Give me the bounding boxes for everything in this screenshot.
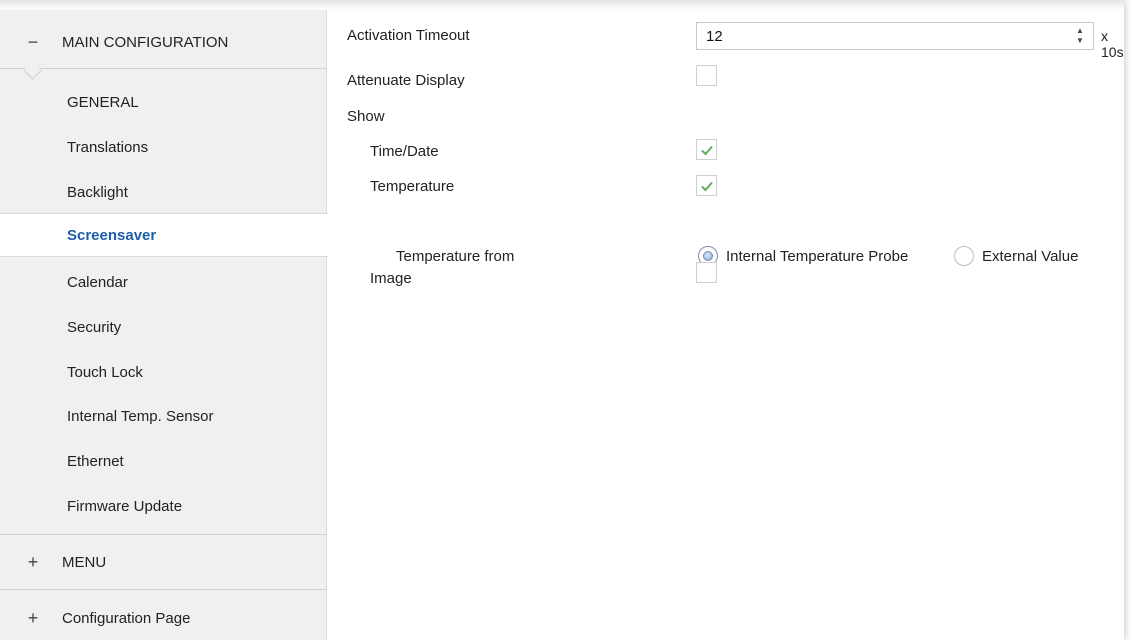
section-title-main-configuration: MAIN CONFIGURATION	[62, 33, 229, 51]
sidebar-item-label: Screensaver	[67, 226, 157, 244]
time-date-checkbox[interactable]	[696, 139, 717, 160]
section-configuration-page[interactable]: + Configuration Page	[0, 596, 327, 640]
spin-up-icon[interactable]: ▲	[1076, 27, 1084, 35]
radio-label-external-value[interactable]: External Value	[982, 248, 1078, 265]
spinner-arrows[interactable]: ▲ ▼	[1075, 27, 1085, 45]
radio-external-value[interactable]	[954, 246, 974, 266]
image-checkbox[interactable]	[696, 262, 717, 283]
sidebar-item-label: Firmware Update	[67, 497, 183, 515]
activation-timeout-value[interactable]: 12	[706, 28, 723, 45]
temperature-from-label: Temperature from	[396, 248, 515, 265]
sidebar-item-touch-lock[interactable]: Touch Lock	[0, 350, 327, 394]
section-menu[interactable]: + MENU	[0, 540, 327, 584]
divider	[0, 589, 327, 590]
collapse-minus-icon[interactable]: −	[22, 33, 44, 51]
sidebar-item-label: Backlight	[67, 183, 128, 201]
sidebar-item-label: Internal Temp. Sensor	[67, 407, 214, 425]
sidebar-item-label: GENERAL	[67, 93, 139, 111]
sidebar-item-ethernet[interactable]: Ethernet	[0, 439, 327, 483]
temperature-label: Temperature	[370, 178, 455, 195]
sidebar-item-label: Calendar	[67, 273, 128, 291]
section-title-menu: MENU	[62, 553, 107, 571]
sidebar-item-internal-temp-sensor[interactable]: Internal Temp. Sensor	[0, 394, 327, 438]
section-title-configuration-page: Configuration Page	[62, 609, 191, 627]
show-group-label: Show	[347, 108, 385, 125]
temperature-checkbox[interactable]	[696, 175, 717, 196]
sidebar-item-label: Translations	[67, 138, 149, 156]
expand-plus-icon[interactable]: +	[22, 609, 44, 627]
expand-plus-icon[interactable]: +	[22, 553, 44, 571]
app-window: − MAIN CONFIGURATION GENERAL Translation…	[0, 0, 1124, 640]
image-label: Image	[370, 270, 412, 287]
radio-label-internal-temperature-probe[interactable]: Internal Temperature Probe	[726, 248, 908, 265]
sidebar-item-security[interactable]: Security	[0, 305, 327, 349]
top-shadow	[0, 0, 1124, 10]
spin-down-icon[interactable]: ▼	[1076, 37, 1084, 45]
divider	[0, 68, 327, 69]
sidebar-item-label: Ethernet	[67, 452, 124, 470]
activation-timeout-label: Activation Timeout	[347, 27, 470, 44]
activation-timeout-unit: x 10s	[1101, 28, 1124, 60]
section-main-configuration[interactable]: − MAIN CONFIGURATION	[0, 20, 327, 64]
sidebar-item-translations[interactable]: Translations	[0, 125, 327, 169]
time-date-label: Time/Date	[370, 143, 439, 160]
sidebar-item-screensaver[interactable]: Screensaver	[0, 213, 328, 257]
sidebar-item-calendar[interactable]: Calendar	[0, 260, 327, 304]
sidebar-item-backlight[interactable]: Backlight	[0, 170, 327, 214]
sidebar-item-firmware-update[interactable]: Firmware Update	[0, 484, 327, 528]
attenuate-display-checkbox[interactable]	[696, 65, 717, 86]
settings-panel: Activation Timeout 12 ▲ ▼ x 10s Attenuat…	[327, 10, 1124, 640]
divider	[0, 534, 327, 535]
sidebar-item-label: Security	[67, 318, 122, 336]
sidebar: − MAIN CONFIGURATION GENERAL Translation…	[0, 10, 328, 640]
activation-timeout-spinbox[interactable]: 12 ▲ ▼	[696, 22, 1094, 50]
section-pointer-notch	[23, 61, 42, 80]
check-icon	[700, 145, 713, 155]
check-icon	[700, 181, 713, 191]
sidebar-item-general[interactable]: GENERAL	[0, 80, 327, 124]
radio-selected-dot	[703, 251, 713, 261]
sidebar-item-label: Touch Lock	[67, 363, 143, 381]
attenuate-display-label: Attenuate Display	[347, 72, 465, 89]
